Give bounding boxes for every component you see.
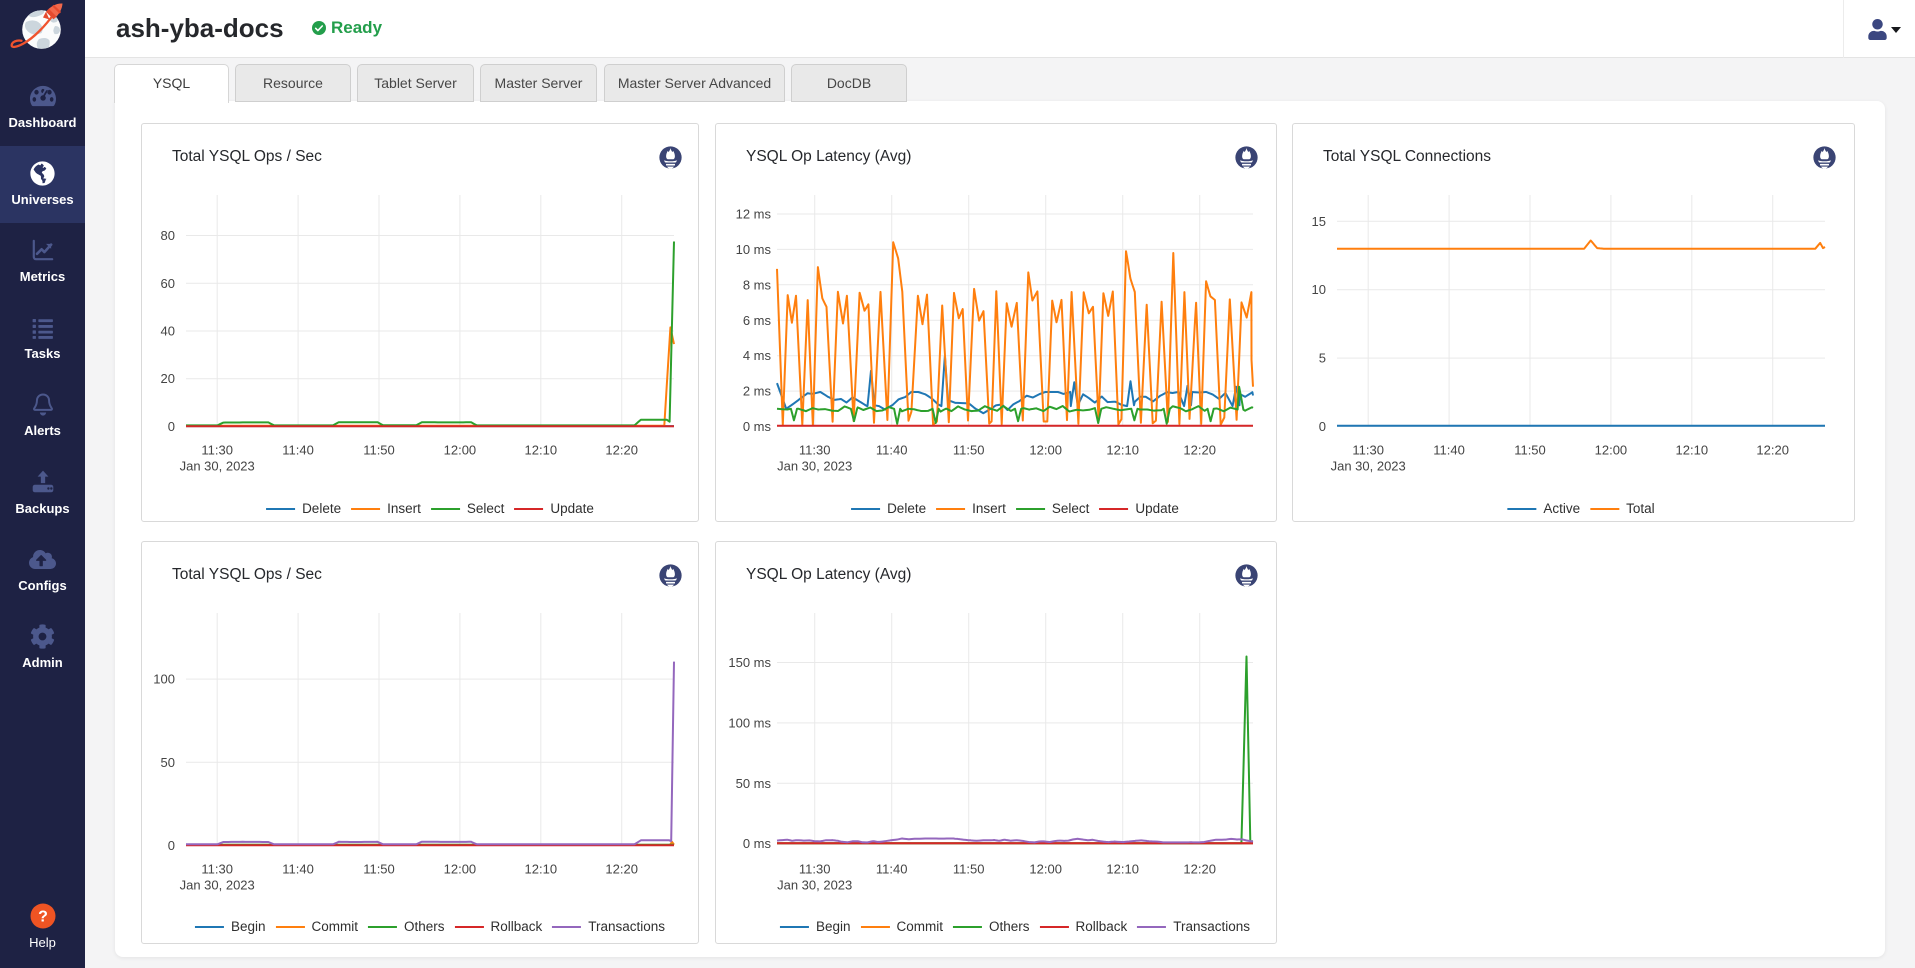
svg-text:12:20: 12:20 [605, 443, 638, 458]
svg-text:15: 15 [1312, 214, 1326, 229]
svg-text:11:50: 11:50 [363, 443, 395, 458]
svg-text:12:10: 12:10 [1106, 443, 1139, 458]
svg-text:11:50: 11:50 [363, 862, 395, 877]
svg-text:12:20: 12:20 [1756, 443, 1789, 458]
svg-text:11:40: 11:40 [876, 862, 908, 877]
svg-text:80: 80 [161, 228, 175, 243]
svg-text:50 ms: 50 ms [736, 776, 772, 791]
svg-text:12:00: 12:00 [444, 862, 477, 877]
svg-text:50: 50 [161, 755, 175, 770]
svg-text:Jan 30, 2023: Jan 30, 2023 [777, 459, 852, 474]
svg-text:100 ms: 100 ms [728, 715, 771, 730]
svg-text:Jan 30, 2023: Jan 30, 2023 [777, 878, 852, 893]
svg-text:11:40: 11:40 [282, 862, 314, 877]
svg-text:100: 100 [153, 672, 175, 687]
svg-text:12 ms: 12 ms [736, 207, 772, 222]
svg-text:12:20: 12:20 [1183, 443, 1216, 458]
svg-text:Jan 30, 2023: Jan 30, 2023 [180, 459, 255, 474]
svg-text:12:00: 12:00 [444, 443, 477, 458]
svg-text:8 ms: 8 ms [743, 277, 772, 292]
svg-text:11:30: 11:30 [799, 443, 831, 458]
svg-text:12:00: 12:00 [1029, 443, 1062, 458]
svg-text:40: 40 [161, 324, 175, 339]
svg-text:12:20: 12:20 [1183, 862, 1216, 877]
svg-text:11:30: 11:30 [201, 443, 233, 458]
svg-text:11:30: 11:30 [799, 862, 831, 877]
svg-text:0: 0 [168, 838, 175, 853]
svg-text:60: 60 [161, 276, 175, 291]
svg-text:11:50: 11:50 [1514, 443, 1546, 458]
svg-text:Jan 30, 2023: Jan 30, 2023 [1331, 459, 1406, 474]
svg-text:10: 10 [1312, 282, 1326, 297]
svg-text:2 ms: 2 ms [743, 384, 772, 399]
svg-text:5: 5 [1319, 351, 1326, 366]
svg-text:10 ms: 10 ms [736, 242, 772, 257]
svg-text:20: 20 [161, 371, 175, 386]
svg-text:12:10: 12:10 [1106, 862, 1139, 877]
svg-text:11:40: 11:40 [282, 443, 314, 458]
svg-text:11:50: 11:50 [953, 443, 985, 458]
svg-text:12:10: 12:10 [525, 443, 558, 458]
svg-text:12:00: 12:00 [1595, 443, 1628, 458]
svg-text:12:10: 12:10 [1676, 443, 1709, 458]
svg-text:Jan 30, 2023: Jan 30, 2023 [180, 878, 255, 893]
svg-text:4 ms: 4 ms [743, 348, 772, 363]
svg-text:11:30: 11:30 [201, 862, 233, 877]
svg-text:?: ? [38, 909, 48, 926]
svg-text:11:30: 11:30 [1352, 443, 1384, 458]
svg-text:12:20: 12:20 [605, 862, 638, 877]
svg-text:0: 0 [168, 419, 175, 434]
svg-text:0 ms: 0 ms [743, 419, 772, 434]
svg-text:12:10: 12:10 [525, 862, 558, 877]
svg-text:11:50: 11:50 [953, 862, 985, 877]
svg-text:12:00: 12:00 [1029, 862, 1062, 877]
svg-text:11:40: 11:40 [876, 443, 908, 458]
svg-text:6 ms: 6 ms [743, 313, 772, 328]
svg-text:0: 0 [1319, 419, 1326, 434]
svg-text:0 ms: 0 ms [743, 836, 772, 851]
svg-text:150 ms: 150 ms [728, 655, 771, 670]
svg-text:11:40: 11:40 [1433, 443, 1465, 458]
